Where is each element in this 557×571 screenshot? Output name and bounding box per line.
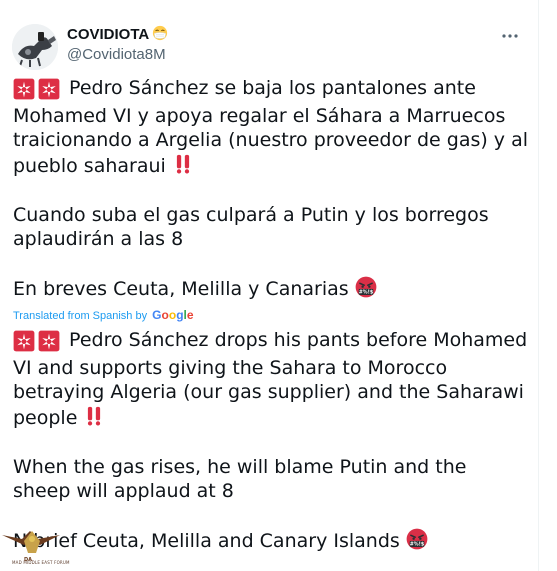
tweet-paragraph-1: Pedro Sánchez se baja los pantalones ant… xyxy=(13,76,528,178)
avatar-image xyxy=(12,24,58,70)
account-handle[interactable]: @Covidiota8M xyxy=(67,46,168,63)
translated-paragraph-3: N brief Ceuta, Melilla and Canary Island… xyxy=(13,528,528,554)
tweet-card: COVIDIOTA @Covidiota8M Pedro Sánchez se … xyxy=(0,0,539,571)
police-light-icon xyxy=(38,330,60,352)
cursing-face-icon xyxy=(406,528,428,550)
tweet-paragraph-3: En breves Ceuta, Melilla y Canarias xyxy=(13,276,528,302)
google-logo: Google xyxy=(152,308,194,322)
account-names: COVIDIOTA @Covidiota8M xyxy=(67,24,168,63)
translated-text: Pedro Sánchez drops his pants before Moh… xyxy=(13,328,528,554)
tweet-header: COVIDIOTA @Covidiota8M xyxy=(12,22,520,70)
tweet-paragraph-1-text: Pedro Sánchez se baja los pantalones ant… xyxy=(13,77,529,177)
translated-paragraph-2: When the gas rises, he will blame Putin … xyxy=(13,455,467,503)
mask-face-icon xyxy=(153,25,168,41)
double-exclamation-icon xyxy=(172,153,194,175)
translated-paragraph-1: Pedro Sánchez drops his pants before Moh… xyxy=(13,328,528,430)
more-options-icon[interactable] xyxy=(500,26,520,46)
translation-attribution[interactable]: Translated from Spanish by Google xyxy=(13,308,194,322)
police-light-icon xyxy=(13,78,35,100)
cursing-face-icon xyxy=(355,276,377,298)
avatar[interactable] xyxy=(12,24,58,70)
tweet-paragraph-3-text: En breves Ceuta, Melilla y Canarias xyxy=(13,278,355,300)
watermark-label: MAD MIDDLE EAST FORUM xyxy=(12,560,70,565)
police-light-icon xyxy=(38,78,60,100)
tweet-text: Pedro Sánchez se baja los pantalones ant… xyxy=(13,76,528,302)
display-name[interactable]: COVIDIOTA xyxy=(67,26,149,43)
siren-pair xyxy=(13,78,63,104)
tweet-paragraph-2: Cuando suba el gas culpará a Putin y los… xyxy=(13,203,489,251)
double-exclamation-icon xyxy=(83,405,105,427)
translation-label: Translated from Spanish by xyxy=(13,310,148,322)
translated-paragraph-3-text: brief Ceuta, Melilla and Canary Islands xyxy=(27,530,406,552)
siren-pair xyxy=(13,330,63,356)
police-light-icon xyxy=(13,330,35,352)
